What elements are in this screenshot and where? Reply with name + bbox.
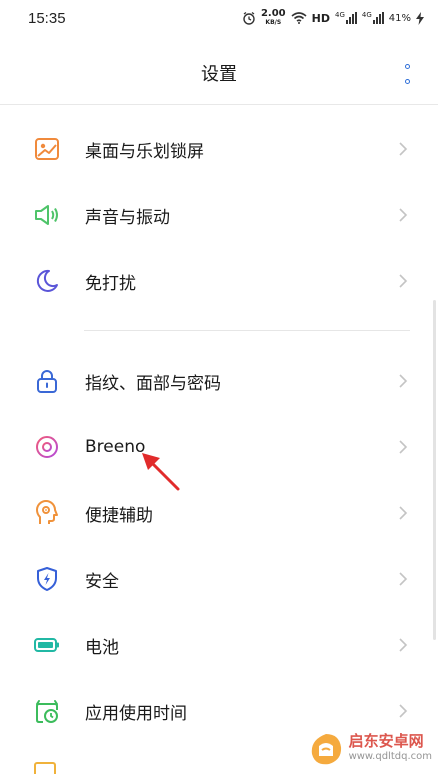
watermark-logo-icon	[311, 734, 341, 765]
net-speed: 2.00 KB/S	[261, 9, 286, 27]
settings-item-partial[interactable]	[34, 758, 60, 774]
settings-item-label: Breeno	[85, 437, 146, 457]
chevron-right-icon	[399, 274, 408, 288]
settings-item-label: 指纹、面部与密码	[85, 373, 221, 394]
battery-percent: 41%	[388, 12, 411, 24]
chevron-right-icon	[399, 440, 408, 454]
chevron-right-icon	[399, 638, 408, 652]
chevron-right-icon	[399, 572, 408, 586]
watermark-title: 启东安卓网	[348, 732, 424, 750]
page-title: 设置	[201, 64, 237, 85]
settings-item-label: 桌面与乐划锁屏	[85, 141, 204, 162]
nav-bar: 设置	[0, 40, 438, 105]
alarm-icon	[243, 11, 255, 25]
signal-2-label: 4G	[361, 11, 372, 19]
charging-bolt-icon	[416, 11, 424, 25]
section-divider	[84, 330, 410, 331]
watermark-url: www.qdltdq.com	[348, 751, 432, 762]
settings-item-accessibility[interactable]: 便捷辅助	[0, 480, 438, 546]
app-timer-icon	[34, 698, 60, 724]
shield-icon	[34, 566, 60, 592]
battery-icon	[34, 632, 60, 658]
settings-item-security-lock[interactable]: 指纹、面部与密码	[0, 348, 438, 414]
watermark: 启东安卓网 www.qdltdq.com	[309, 732, 432, 766]
settings-item-wallpaper[interactable]: 桌面与乐划锁屏	[0, 116, 438, 182]
chevron-right-icon	[399, 374, 408, 388]
wifi-icon	[291, 12, 307, 24]
signal-bars-icon	[345, 12, 357, 24]
settings-item-label: 电池	[85, 637, 119, 658]
moon-icon	[34, 268, 60, 294]
settings-item-label: 免打扰	[85, 273, 136, 294]
more-dot-icon	[404, 79, 410, 84]
chevron-right-icon	[399, 704, 408, 718]
chevron-right-icon	[399, 506, 408, 520]
scrollbar[interactable]	[433, 300, 436, 640]
red-arrow-annotation	[142, 453, 180, 491]
settings-item-label: 应用使用时间	[85, 703, 187, 724]
settings-item-safety[interactable]: 安全	[0, 546, 438, 612]
status-time: 15:35	[28, 9, 66, 27]
settings-item-label: 安全	[85, 571, 119, 592]
partial-item-icon	[34, 762, 56, 774]
chevron-right-icon	[399, 142, 408, 156]
settings-item-label: 声音与振动	[85, 207, 170, 228]
wallpaper-icon	[34, 136, 60, 162]
settings-item-battery[interactable]: 电池	[0, 612, 438, 678]
signal-1: 4G	[335, 12, 357, 24]
breeno-icon	[34, 434, 60, 460]
signal-bars-icon	[372, 12, 384, 24]
signal-2: 4G	[362, 12, 384, 24]
net-speed-value: 2.00	[260, 8, 286, 19]
settings-item-sound[interactable]: 声音与振动	[0, 182, 438, 248]
more-dot-icon	[404, 64, 410, 69]
settings-item-do-not-disturb[interactable]: 免打扰	[0, 248, 438, 314]
speaker-icon	[34, 202, 60, 228]
status-bar: 15:35 2.00 KB/S HD 4G 4G 41%	[0, 0, 438, 36]
settings-item-breeno[interactable]: Breeno	[0, 414, 438, 480]
watermark-text: 启东安卓网 www.qdltdq.com	[349, 734, 432, 764]
assist-icon	[34, 500, 60, 526]
more-options-button[interactable]	[402, 64, 412, 84]
chevron-right-icon	[399, 208, 408, 222]
status-icons: 2.00 KB/S HD 4G 4G 41%	[242, 9, 424, 27]
settings-item-label: 便捷辅助	[85, 505, 153, 526]
signal-1-label: 4G	[334, 11, 345, 19]
net-speed-unit: KB/S	[265, 19, 282, 26]
hd-badge: HD	[311, 11, 330, 25]
lock-icon	[34, 368, 60, 394]
